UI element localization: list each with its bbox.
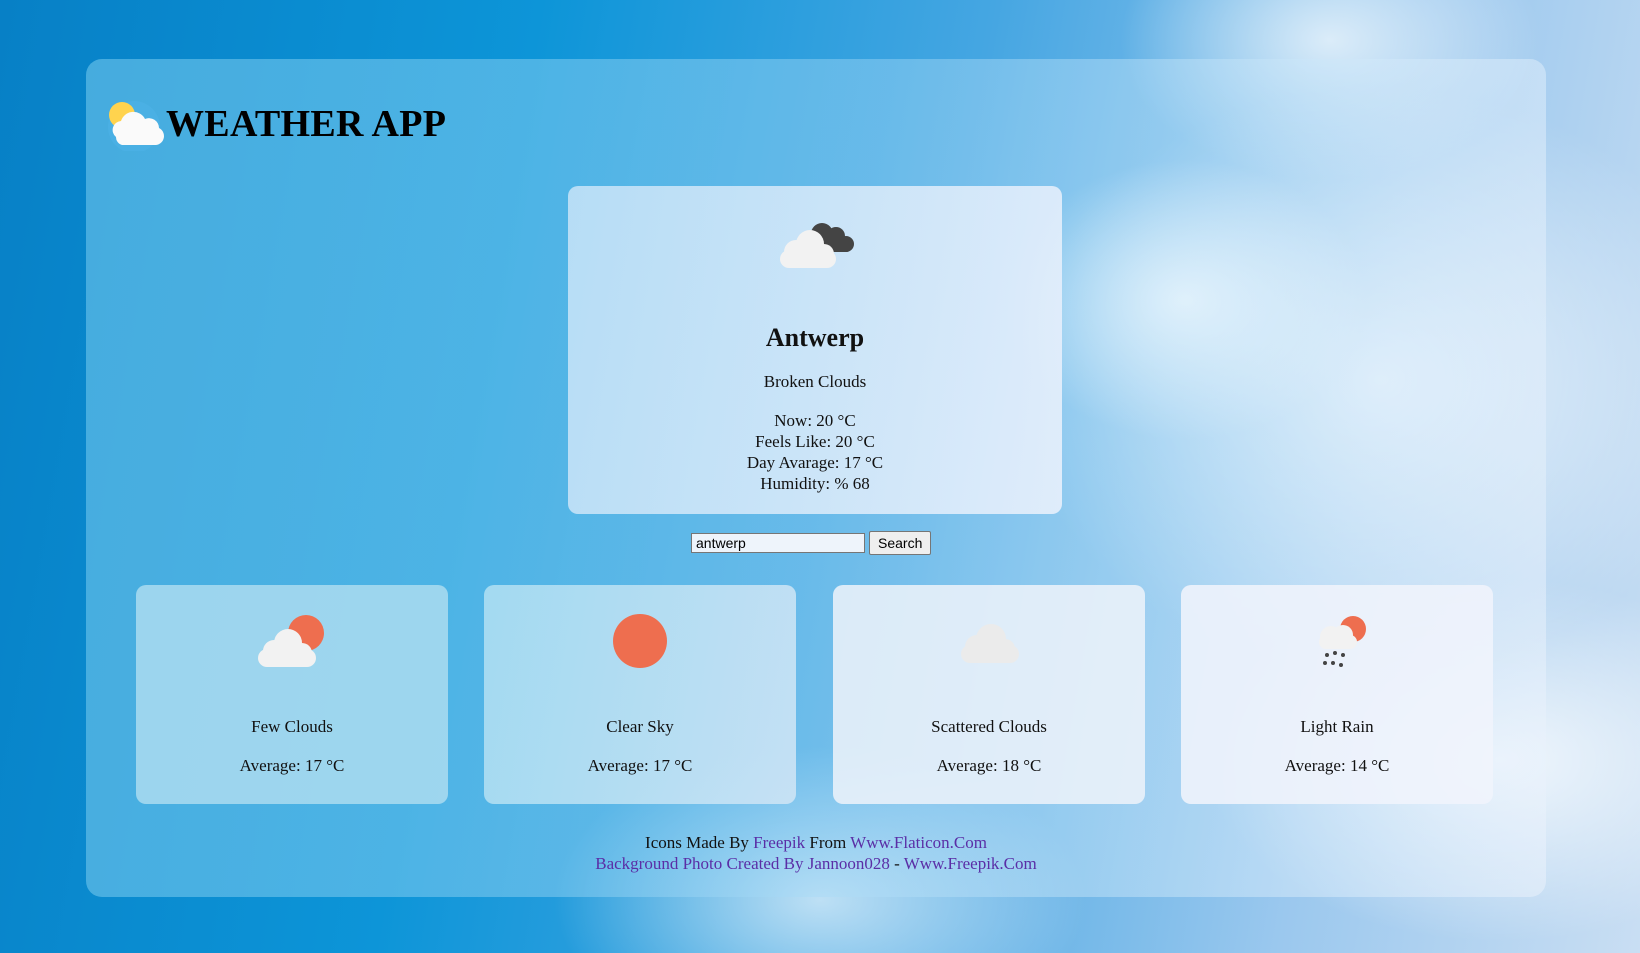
forecast-description: Clear Sky xyxy=(606,717,674,736)
light-rain-icon xyxy=(1319,616,1366,667)
search-form: Search xyxy=(691,531,932,555)
search-button[interactable]: Search xyxy=(869,531,932,555)
app-logo-icon xyxy=(108,101,164,151)
photo-credits-line: Background Photo Created By Jannoon028 -… xyxy=(86,853,1546,874)
photo-credit-link[interactable]: Background Photo Created By Jannoon028 xyxy=(595,854,890,873)
app-title: WEATHER APP xyxy=(166,103,447,145)
credits-separator: - xyxy=(889,854,904,873)
current-weather-card: Antwerp Broken Clouds Now: 20 °C Feels L… xyxy=(568,186,1062,514)
credits-text: From xyxy=(805,833,851,852)
forecast-description: Light Rain xyxy=(1300,717,1374,736)
credits-footer: Icons Made By Freepik From Www.Flaticon.… xyxy=(86,832,1546,874)
forecast-average: Average: 18 °C xyxy=(936,756,1042,775)
app-panel: WEATHER APP Antwerp Broken Clouds Now: 2… xyxy=(86,59,1546,897)
now-temperature: Now: 20 °C xyxy=(774,411,856,430)
forecast-card: Scattered Clouds Average: 18 °C xyxy=(833,585,1145,804)
app-header: WEATHER APP xyxy=(106,97,446,151)
forecast-average: Average: 17 °C xyxy=(239,756,345,775)
clear-sky-icon xyxy=(613,614,667,668)
scattered-clouds-icon xyxy=(961,624,1019,663)
forecast-card: Few Clouds Average: 17 °C xyxy=(136,585,448,804)
day-average-temperature: Day Avarage: 17 °C xyxy=(746,453,884,472)
freepik-site-link[interactable]: Www.Freepik.Com xyxy=(904,854,1037,873)
humidity-value: Humidity: % 68 xyxy=(760,474,870,493)
city-name: Antwerp xyxy=(765,323,865,352)
forecast-average: Average: 14 °C xyxy=(1284,756,1390,775)
forecast-average: Average: 17 °C xyxy=(587,756,693,775)
broken-clouds-icon xyxy=(780,223,854,268)
current-description: Broken Clouds xyxy=(763,372,867,391)
credits-text: Icons Made By xyxy=(645,833,754,852)
icon-credits-line: Icons Made By Freepik From Www.Flaticon.… xyxy=(86,832,1546,853)
feels-like-temperature: Feels Like: 20 °C xyxy=(755,432,875,451)
forecast-description: Few Clouds xyxy=(251,717,333,736)
forecast-card: Clear Sky Average: 17 °C xyxy=(484,585,796,804)
flaticon-link[interactable]: Www.Flaticon.Com xyxy=(850,833,987,852)
forecast-description: Scattered Clouds xyxy=(931,717,1047,736)
forecast-card: Light Rain Average: 14 °C xyxy=(1181,585,1493,804)
current-stats: Now: 20 °C Feels Like: 20 °C Day Avarage… xyxy=(568,410,1062,494)
city-search-input[interactable] xyxy=(691,533,865,553)
freepik-link[interactable]: Freepik xyxy=(753,833,805,852)
few-clouds-icon xyxy=(258,615,324,667)
